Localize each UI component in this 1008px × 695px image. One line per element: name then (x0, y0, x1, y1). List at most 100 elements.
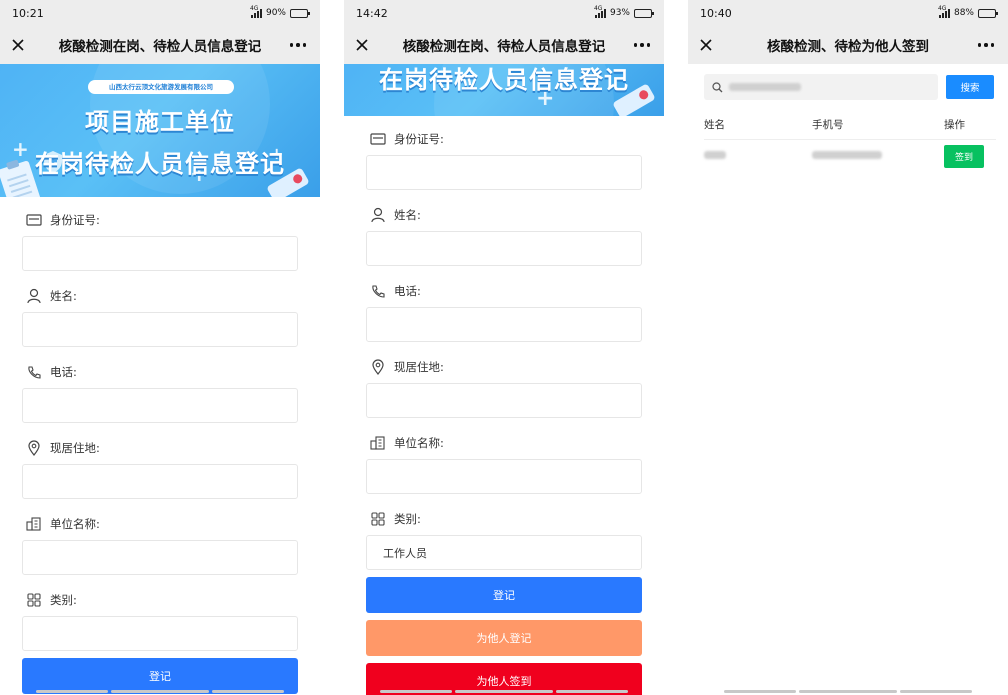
battery-percent: 90% (265, 8, 286, 18)
banner-image: + + + 山西太行云顶文化旅游发展有限公司 项目施工单位 在岗待检人员信息登记 (0, 64, 320, 197)
grid-icon (26, 592, 42, 608)
person-icon (26, 288, 42, 304)
id-card-icon (370, 131, 386, 147)
battery-percent: 93% (609, 8, 630, 18)
search-bar: 搜索 (688, 71, 1008, 103)
search-button[interactable]: 搜索 (946, 75, 994, 99)
close-icon[interactable] (10, 37, 26, 53)
signal-icon: 4G (594, 5, 606, 18)
category-select[interactable]: 工作人员 (366, 535, 642, 570)
page-title: 核酸检测在岗、待检人员信息登记 (58, 39, 262, 55)
header-action: 操作 (944, 119, 965, 131)
address-input[interactable] (366, 383, 642, 418)
grid-icon (370, 511, 386, 527)
status-time: 10:21 (12, 6, 44, 20)
register-button[interactable]: 登记 (366, 577, 642, 613)
nav-bar: 核酸检测在岗、待检人员信息登记 (344, 26, 664, 64)
search-icon (712, 81, 723, 92)
label-address: 现居住地: (366, 356, 642, 378)
label-category: 类别: (22, 589, 298, 611)
location-pin-icon (26, 440, 42, 456)
home-indicator (380, 690, 452, 693)
home-indicator (900, 690, 972, 693)
table-row: 签到 (704, 140, 996, 172)
banner-image: + 在岗待检人员信息登记 (344, 64, 664, 116)
status-time: 10:40 (700, 6, 732, 20)
phone-screen-registration: 10:21 4G 90% 核酸检测在岗、待检人员信息登记 + + + 山西太行云… (0, 0, 320, 695)
row-phone-redacted (812, 151, 882, 159)
label-category: 类别: (366, 508, 642, 530)
label-id-number: 身份证号: (366, 128, 642, 150)
signal-icon: 4G (938, 5, 950, 18)
close-icon[interactable] (354, 37, 370, 53)
table-header: 姓名 手机号 操作 (704, 110, 996, 140)
id-card-icon (26, 212, 42, 228)
label-name: 姓名: (366, 204, 642, 226)
home-indicator (111, 690, 209, 693)
label-address: 现居住地: (22, 437, 298, 459)
home-indicator (455, 690, 553, 693)
status-bar: 14:42 4G 93% (344, 0, 664, 26)
home-indicator (212, 690, 284, 693)
company-input[interactable] (22, 540, 298, 575)
more-icon[interactable] (633, 43, 650, 47)
status-indicators: 4G 88% (938, 5, 998, 18)
battery-icon (634, 8, 654, 18)
battery-icon (290, 8, 310, 18)
phone-screen-checkin: 10:40 4G 88% 核酸检测、待检为他人签到 搜索 姓名 手机号 操作 签… (688, 0, 1008, 695)
id-number-input[interactable] (22, 236, 298, 271)
address-input[interactable] (22, 464, 298, 499)
location-pin-icon (370, 359, 386, 375)
id-number-input[interactable] (366, 155, 642, 190)
status-bar: 10:40 4G 88% (688, 0, 1008, 26)
home-indicator (36, 690, 108, 693)
phone-input[interactable] (22, 388, 298, 423)
label-phone: 电话: (22, 361, 298, 383)
phone-screen-registration-scrolled: 14:42 4G 93% 核酸检测在岗、待检人员信息登记 + 在岗待检人员信息登… (344, 0, 664, 695)
page-title: 核酸检测在岗、待检人员信息登记 (402, 39, 606, 55)
label-id-number: 身份证号: (22, 209, 298, 231)
person-icon (370, 207, 386, 223)
company-input[interactable] (366, 459, 642, 494)
label-name: 姓名: (22, 285, 298, 307)
label-phone: 电话: (366, 280, 642, 302)
label-company: 单位名称: (22, 513, 298, 535)
checkin-button[interactable]: 签到 (944, 144, 984, 168)
phone-icon (26, 364, 42, 380)
more-icon[interactable] (289, 43, 306, 47)
more-icon[interactable] (977, 43, 994, 47)
header-phone: 手机号 (812, 119, 844, 131)
building-icon (26, 516, 42, 532)
registration-form: 身份证号: 姓名: 电话: 现居住地: 单位名称: 类别: 工作人员 登记 为他… (344, 116, 664, 695)
home-indicator (799, 690, 897, 693)
phone-input[interactable] (366, 307, 642, 342)
header-name: 姓名 (704, 119, 725, 131)
status-indicators: 4G 93% (594, 5, 654, 18)
page-title: 核酸检测、待检为他人签到 (767, 39, 929, 55)
name-input[interactable] (22, 312, 298, 347)
register-button[interactable]: 登记 (22, 658, 298, 694)
nav-bar: 核酸检测、待检为他人签到 (688, 26, 1008, 64)
label-company: 单位名称: (366, 432, 642, 454)
signal-icon: 4G (250, 5, 262, 18)
banner-title-line1: 项目施工单位 (85, 108, 235, 136)
battery-icon (978, 8, 998, 18)
name-input[interactable] (366, 231, 642, 266)
phone-icon (370, 283, 386, 299)
register-for-others-button[interactable]: 为他人登记 (366, 620, 642, 656)
banner-title-line2: 在岗待检人员信息登记 (35, 150, 285, 178)
battery-percent: 88% (953, 8, 974, 18)
search-query-redacted (729, 83, 801, 91)
registration-form: 身份证号: 姓名: 电话: 现居住地: 单位名称: 类别: 登记 (0, 197, 320, 694)
search-input[interactable] (704, 74, 938, 100)
banner-company: 山西太行云顶文化旅游发展有限公司 (88, 80, 234, 94)
home-indicator (556, 690, 628, 693)
close-icon[interactable] (698, 37, 714, 53)
status-indicators: 4G 90% (250, 5, 310, 18)
status-time: 14:42 (356, 6, 388, 20)
building-icon (370, 435, 386, 451)
row-name-redacted (704, 151, 726, 159)
category-select[interactable] (22, 616, 298, 651)
status-bar: 10:21 4G 90% (0, 0, 320, 26)
nav-bar: 核酸检测在岗、待检人员信息登记 (0, 26, 320, 64)
